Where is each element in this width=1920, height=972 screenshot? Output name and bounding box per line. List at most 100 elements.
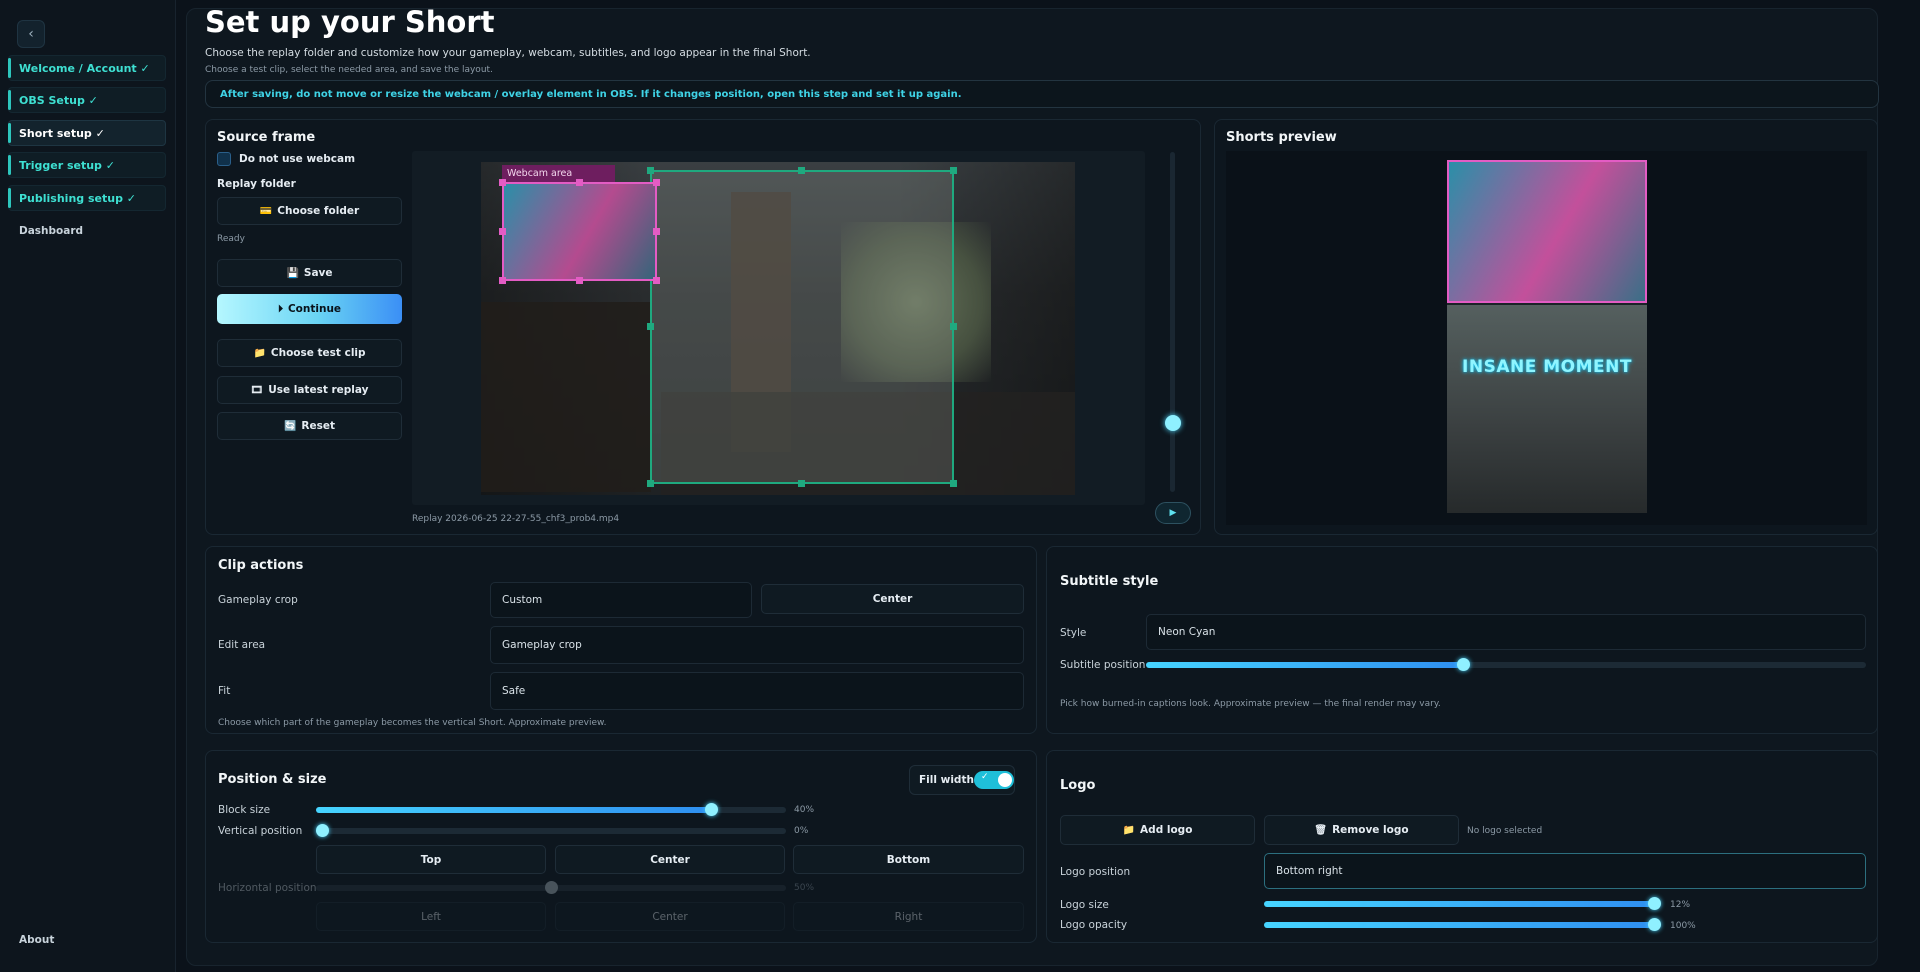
film-icon: 🎞: [250, 384, 264, 396]
subtitle-position-thumb[interactable]: [1457, 658, 1470, 671]
webcam-handle[interactable]: [576, 179, 583, 186]
webcam-handle[interactable]: [499, 228, 506, 235]
vertical-position-track[interactable]: [316, 828, 786, 834]
use-latest-replay-label: Use latest replay: [268, 384, 369, 396]
block-size-thumb[interactable]: [705, 803, 718, 816]
horizontal-position-label: Horizontal position: [218, 882, 317, 894]
logo-position-select[interactable]: Bottom right: [1264, 853, 1866, 889]
crop-handle[interactable]: [647, 323, 654, 330]
logo-size-label: Logo size: [1060, 899, 1109, 911]
webcam-area-tag: Webcam area: [502, 165, 615, 182]
play-button[interactable]: ▶: [1155, 502, 1191, 524]
choose-folder-button[interactable]: 💳 Choose folder: [217, 197, 402, 225]
remove-logo-label: Remove logo: [1332, 824, 1409, 836]
sidebar-item-dashboard[interactable]: Dashboard: [19, 225, 83, 237]
crop-handle[interactable]: [798, 167, 805, 174]
webcam-handle[interactable]: [653, 277, 660, 284]
crop-handle[interactable]: [798, 480, 805, 487]
no-webcam-checkbox[interactable]: [217, 152, 231, 166]
continue-label: Continue: [287, 303, 342, 315]
gameplay-crop-label: Gameplay crop: [218, 594, 298, 606]
crop-handle[interactable]: [647, 167, 654, 174]
logo-status: No logo selected: [1467, 826, 1543, 836]
clip-actions-title: Clip actions: [218, 558, 304, 573]
logo-opacity-value: 100%: [1670, 921, 1696, 931]
webcam-handle[interactable]: [653, 179, 660, 186]
subtitle-style-note: Pick how burned-in captions look. Approx…: [1060, 699, 1441, 709]
crop-handle[interactable]: [950, 167, 957, 174]
play-triangle-icon: ⏵: [277, 303, 283, 315]
fill-width-label: Fill width: [919, 774, 974, 786]
add-logo-label: Add logo: [1140, 824, 1193, 836]
replay-folder-label: Replay folder: [217, 178, 296, 190]
center-horizontal-button[interactable]: Center: [555, 902, 785, 931]
center-crop-button[interactable]: Center: [761, 584, 1024, 614]
top-button[interactable]: Top: [316, 845, 546, 874]
position-size-title: Position & size: [218, 772, 327, 787]
reset-button[interactable]: 🔄 Reset: [217, 412, 402, 440]
no-webcam-label: Do not use webcam: [239, 153, 356, 165]
choose-test-clip-label: Choose test clip: [270, 347, 366, 359]
logo-position-label: Logo position: [1060, 866, 1131, 878]
gameplay-crop-select[interactable]: Custom: [490, 582, 752, 618]
folder-icon: 📁: [1122, 824, 1136, 836]
sidebar-item-welcome[interactable]: Welcome / Account ✓: [8, 55, 166, 81]
bottom-button[interactable]: Bottom: [793, 845, 1024, 874]
fill-width-toggle-knob[interactable]: [998, 773, 1012, 787]
edit-area-label: Edit area: [218, 639, 266, 651]
folder-card-icon: 💳: [259, 205, 273, 217]
logo-size-thumb[interactable]: [1648, 897, 1661, 910]
back-chevron-icon[interactable]: ‹: [17, 20, 45, 48]
crop-handle[interactable]: [950, 480, 957, 487]
logo-title: Logo: [1060, 778, 1096, 793]
style-select[interactable]: Neon Cyan: [1146, 614, 1866, 650]
choose-folder-label: Choose folder: [277, 205, 360, 217]
webcam-handle[interactable]: [576, 277, 583, 284]
subtitle-style-title: Subtitle style: [1060, 574, 1159, 589]
vertical-position-thumb[interactable]: [316, 824, 329, 837]
logo-size-value: 12%: [1670, 900, 1691, 910]
continue-button[interactable]: ⏵ Continue: [217, 294, 402, 324]
fit-select[interactable]: Safe: [490, 672, 1024, 710]
folder-icon: 📁: [253, 347, 266, 359]
center-vertical-button[interactable]: Center: [555, 845, 785, 874]
logo-panel: [1046, 750, 1878, 943]
sidebar-item-obs-setup[interactable]: OBS Setup ✓: [8, 87, 166, 113]
sidebar-item-publishing-setup[interactable]: Publishing setup ✓: [8, 185, 166, 211]
sidebar-item-about[interactable]: About: [19, 934, 54, 946]
webcam-handle[interactable]: [499, 277, 506, 284]
fit-label: Fit: [218, 685, 231, 697]
status-text: Ready: [217, 234, 245, 244]
webcam-area-box[interactable]: [502, 182, 657, 281]
crop-handle[interactable]: [647, 480, 654, 487]
shorts-preview-title: Shorts preview: [1226, 130, 1337, 145]
page-hint: Choose a test clip, select the needed ar…: [205, 65, 493, 75]
use-latest-replay-button[interactable]: 🎞 Use latest replay: [217, 376, 402, 404]
timeline-slider-thumb[interactable]: [1165, 415, 1181, 431]
style-label: Style: [1060, 627, 1087, 639]
logo-size-fill: [1264, 901, 1654, 907]
logo-opacity-fill: [1264, 922, 1654, 928]
logo-opacity-thumb[interactable]: [1648, 918, 1661, 931]
webcam-handle[interactable]: [653, 228, 660, 235]
remove-logo-button[interactable]: 🗑 Remove logo: [1264, 815, 1459, 845]
choose-test-clip-button[interactable]: 📁 Choose test clip: [217, 339, 402, 367]
save-button[interactable]: 💾 Save: [217, 259, 402, 287]
gameplay-crop-box[interactable]: [650, 170, 954, 484]
left-button[interactable]: Left: [316, 902, 546, 931]
vertical-position-value: 0%: [794, 826, 809, 836]
crop-handle[interactable]: [950, 323, 957, 330]
timeline-slider-track[interactable]: [1170, 152, 1175, 492]
clip-actions-note: Choose which part of the gameplay become…: [218, 718, 607, 728]
block-size-value: 40%: [794, 805, 815, 815]
sidebar-item-trigger-setup[interactable]: Trigger setup ✓: [8, 152, 166, 178]
vertical-position-label: Vertical position: [218, 825, 303, 837]
refresh-icon: 🔄: [283, 420, 297, 432]
webcam-handle[interactable]: [499, 179, 506, 186]
right-button[interactable]: Right: [793, 902, 1024, 931]
short-webcam-region: [1447, 160, 1647, 303]
horizontal-position-thumb[interactable]: [545, 881, 558, 894]
sidebar-item-short-setup[interactable]: Short setup ✓: [8, 120, 166, 146]
add-logo-button[interactable]: 📁 Add logo: [1060, 815, 1255, 845]
edit-area-select[interactable]: Gameplay crop: [490, 626, 1024, 664]
